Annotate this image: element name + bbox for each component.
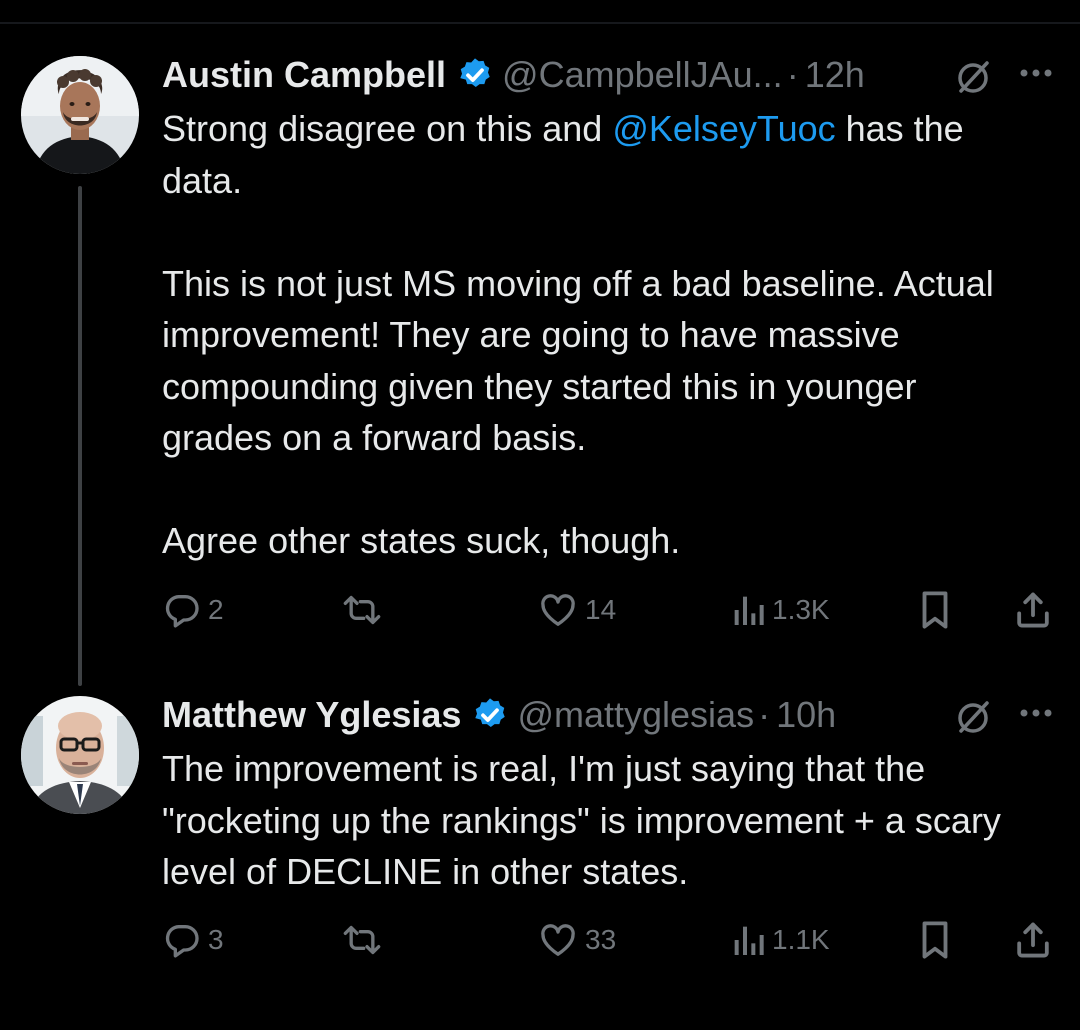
tweet-header: Matthew Yglesias @mattyglesias · 10h — [162, 693, 1062, 737]
reply-count: 3 — [208, 924, 224, 955]
separator-dot: · — [786, 54, 799, 95]
tweet-actions: 3 33 1.1K — [162, 918, 1062, 962]
tweet-paragraph-1: The improvement is real, I'm just saying… — [162, 748, 1001, 892]
tweet-paragraph-1: Strong disagree on this and @KelseyTuoc … — [162, 108, 964, 201]
views-count: 1.1K — [772, 924, 830, 955]
user-handle[interactable]: @CampbellJAu... — [502, 53, 783, 97]
bald-man-glasses-avatar-icon — [21, 696, 139, 814]
bookmark-button[interactable] — [916, 588, 954, 632]
share-button[interactable] — [1014, 918, 1052, 962]
repost-icon — [343, 595, 381, 625]
bearded-man-avatar-icon — [21, 56, 139, 174]
reply-button[interactable]: 3 — [162, 918, 224, 962]
like-count: 33 — [585, 924, 617, 955]
grok-icon[interactable] — [954, 697, 994, 737]
tweet-actions: 2 14 1.3K — [162, 588, 1062, 632]
user-handle[interactable]: @mattyglesias — [517, 693, 754, 737]
tweet-header: Austin Campbell @CampbellJAu... · 12h — [162, 53, 1062, 97]
like-count: 14 — [585, 594, 617, 625]
repost-icon — [343, 925, 381, 955]
grok-icon[interactable] — [954, 57, 994, 97]
timestamp[interactable]: 12h — [805, 53, 865, 97]
reply-button[interactable]: 2 — [162, 588, 224, 632]
tweet-paragraph-2: This is not just MS moving off a bad bas… — [162, 262, 994, 459]
more-icon[interactable] — [1016, 63, 1056, 83]
bookmark-icon — [922, 921, 948, 959]
display-name[interactable]: Austin Campbell — [162, 53, 446, 97]
reply-icon — [165, 925, 199, 958]
tweet-text: Strong disagree on this and @KelseyTuoc … — [162, 103, 1062, 567]
separator-dot: · — [758, 694, 771, 735]
views-button[interactable]: 1.3K — [730, 588, 830, 632]
tweet-matthew-yglesias[interactable]: Matthew Yglesias @mattyglesias · 10h The… — [0, 690, 1080, 1030]
avatar[interactable] — [21, 56, 139, 174]
like-icon — [541, 924, 575, 956]
views-icon — [734, 926, 764, 955]
timestamp[interactable]: 10h — [776, 693, 836, 737]
verified-badge-icon — [460, 58, 490, 88]
mention-link[interactable]: @KelseyTuoc — [612, 108, 835, 149]
repost-button[interactable] — [340, 588, 390, 632]
share-icon — [1017, 592, 1049, 628]
views-button[interactable]: 1.1K — [730, 918, 830, 962]
repost-button[interactable] — [340, 918, 390, 962]
like-icon — [541, 594, 575, 626]
views-icon — [734, 596, 764, 625]
share-icon — [1017, 922, 1049, 958]
views-count: 1.3K — [772, 594, 830, 625]
bookmark-button[interactable] — [916, 918, 954, 962]
tweet-paragraph-3: Agree other states suck, though. — [162, 520, 681, 561]
bookmark-icon — [922, 591, 948, 629]
reply-icon — [165, 595, 199, 628]
tweet-text: The improvement is real, I'm just saying… — [162, 743, 1062, 898]
reply-count: 2 — [208, 594, 224, 625]
share-button[interactable] — [1014, 588, 1052, 632]
more-icon[interactable] — [1016, 703, 1056, 723]
like-button[interactable]: 14 — [537, 588, 616, 632]
verified-badge-icon — [475, 698, 506, 728]
tweet-austin-campbell[interactable]: Austin Campbell @CampbellJAu... · 12h St… — [0, 0, 1080, 690]
avatar[interactable] — [21, 696, 139, 814]
like-button[interactable]: 33 — [537, 918, 616, 962]
display-name[interactable]: Matthew Yglesias — [162, 693, 461, 737]
